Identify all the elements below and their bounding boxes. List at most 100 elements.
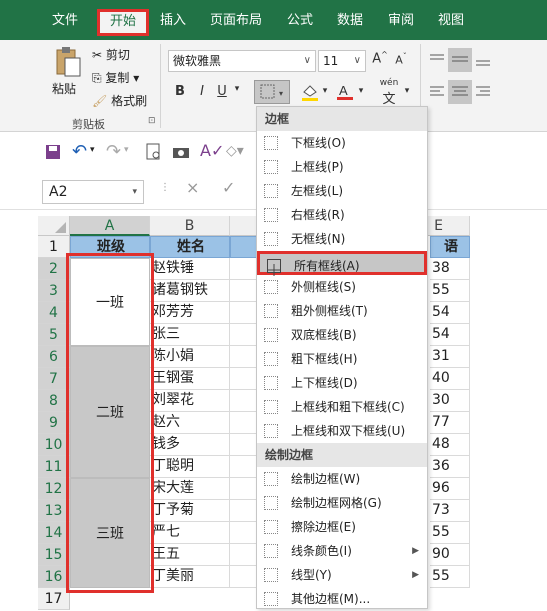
copy-button[interactable]: ⎘ 复制 ▾ — [92, 69, 139, 86]
menu-item[interactable]: 右框线(R) — [257, 203, 427, 227]
name-cell[interactable]: 刘翠花 — [150, 390, 230, 412]
menu-item[interactable]: 上框线和粗下框线(C) — [257, 395, 427, 419]
fill-color-icon[interactable] — [300, 82, 320, 102]
menu-item[interactable]: 上框线和双下框线(U) — [257, 419, 427, 443]
select-all-corner[interactable] — [38, 216, 70, 236]
menu-item[interactable]: 双底框线(B) — [257, 323, 427, 347]
bold-button[interactable]: B — [174, 84, 186, 99]
name-cell[interactable]: 王五 — [150, 544, 230, 566]
score-cell[interactable]: 40 — [430, 368, 470, 390]
align-bottom-icon[interactable] — [474, 52, 492, 68]
name-cell[interactable]: 赵六 — [150, 412, 230, 434]
italic-button[interactable]: I — [196, 84, 208, 99]
format-painter-button[interactable]: 🖌 格式刷 — [92, 92, 147, 109]
align-right-icon[interactable] — [474, 84, 492, 100]
score-cell[interactable]: 55 — [430, 522, 470, 544]
save-icon[interactable] — [44, 143, 62, 161]
score-cell[interactable]: 90 — [430, 544, 470, 566]
score-cell[interactable]: 96 — [430, 478, 470, 500]
score-cell[interactable]: 48 — [430, 434, 470, 456]
name-cell[interactable]: 赵铁锤 — [150, 258, 230, 280]
tab-data[interactable]: 数据 — [328, 8, 372, 34]
score-cell[interactable]: 31 — [430, 346, 470, 368]
menu-item[interactable]: 粗外侧框线(T) — [257, 299, 427, 323]
align-center-icon[interactable] — [448, 80, 472, 104]
chevron-down-icon[interactable]: ▾ — [90, 145, 95, 155]
shrink-font-button[interactable]: Aˇ — [393, 52, 409, 67]
menu-item[interactable]: 擦除边框(E) — [257, 515, 427, 539]
align-middle-icon[interactable] — [448, 48, 472, 72]
score-cell[interactable]: 73 — [430, 500, 470, 522]
score-cell[interactable]: 77 — [430, 412, 470, 434]
chevron-down-icon[interactable]: ▾ — [232, 84, 242, 94]
font-color-icon[interactable]: A — [336, 82, 354, 102]
paste-label[interactable]: 粘贴 — [52, 80, 76, 97]
font-size-select[interactable]: 11 ∨ — [318, 50, 366, 72]
cut-button[interactable]: ✂ 剪切 — [92, 46, 130, 63]
name-cell[interactable]: 陈小娟 — [150, 346, 230, 368]
align-left-icon[interactable] — [428, 84, 446, 100]
name-box[interactable]: A2 ▾ — [42, 180, 144, 204]
tab-view[interactable]: 视图 — [428, 8, 474, 34]
menu-item[interactable]: 线条颜色(I) ▶ — [257, 539, 427, 563]
score-cell[interactable]: 38 — [430, 258, 470, 280]
name-cell[interactable]: 张三 — [150, 324, 230, 346]
score-cell[interactable]: 54 — [430, 302, 470, 324]
enter-icon[interactable]: ✓ — [222, 178, 235, 197]
menu-item[interactable]: 无框线(N) — [257, 227, 427, 251]
paste-icon[interactable] — [52, 46, 82, 78]
chevron-down-icon[interactable]: ▾ — [320, 86, 330, 96]
score-cell[interactable]: 30 — [430, 390, 470, 412]
name-cell[interactable]: 丁美丽 — [150, 566, 230, 588]
tab-review[interactable]: 审阅 — [378, 8, 424, 34]
phonetic-guide-button[interactable]: wén 文 — [378, 78, 400, 107]
underline-button[interactable]: U — [216, 84, 228, 99]
redo-icon[interactable]: ↷ — [106, 141, 121, 162]
name-cell[interactable]: 钱多 — [150, 434, 230, 456]
column-header-a[interactable]: A — [70, 216, 150, 236]
name-cell[interactable]: 邓芳芳 — [150, 302, 230, 324]
cancel-icon[interactable]: × — [186, 178, 199, 197]
menu-item[interactable]: 上框线(P) — [257, 155, 427, 179]
shape-icon[interactable]: ◇▾ — [226, 143, 244, 159]
borders-button[interactable]: ▾ — [254, 80, 290, 104]
menu-item[interactable]: 上下框线(D) — [257, 371, 427, 395]
font-name-select[interactable]: 微软雅黑 ∨ — [168, 50, 316, 72]
name-cell[interactable]: 严七 — [150, 522, 230, 544]
print-preview-icon[interactable] — [146, 143, 162, 161]
name-cell[interactable]: 丁聪明 — [150, 456, 230, 478]
chevron-down-icon[interactable]: ▾ — [124, 145, 129, 155]
name-cell[interactable]: 诸葛钢铁 — [150, 280, 230, 302]
menu-item[interactable]: 绘制边框(W) — [257, 467, 427, 491]
tab-formulas[interactable]: 公式 — [278, 8, 322, 34]
tab-file[interactable]: 文件 — [40, 8, 90, 34]
undo-icon[interactable]: ↶ — [72, 141, 87, 162]
camera-icon[interactable] — [172, 145, 190, 159]
align-top-icon[interactable] — [428, 52, 446, 68]
menu-item[interactable]: 左框线(L) — [257, 179, 427, 203]
menu-item[interactable]: 绘制边框网格(G) — [257, 491, 427, 515]
score-cell[interactable]: 36 — [430, 456, 470, 478]
dialog-launcher-icon[interactable]: ⊡ — [148, 116, 156, 126]
header-cell-chinese[interactable]: 语 — [430, 236, 470, 258]
chevron-down-icon[interactable]: ▾ — [402, 86, 412, 96]
name-cell[interactable]: 宋大莲 — [150, 478, 230, 500]
name-cell[interactable]: 王钢蛋 — [150, 368, 230, 390]
tab-home[interactable]: 开始 — [97, 9, 149, 36]
menu-item[interactable]: 线型(Y) ▶ — [257, 563, 427, 587]
name-cell[interactable]: 丁予菊 — [150, 500, 230, 522]
grow-font-button[interactable]: A^ — [372, 50, 388, 66]
tab-page-layout[interactable]: 页面布局 — [200, 8, 272, 34]
tab-insert[interactable]: 插入 — [150, 8, 196, 34]
score-cell[interactable]: 54 — [430, 324, 470, 346]
menu-item[interactable]: 外侧框线(S) — [257, 275, 427, 299]
menu-item[interactable]: 所有框线(A) — [257, 251, 427, 276]
menu-item[interactable]: 其他边框(M)... — [257, 587, 427, 611]
score-cell[interactable]: 55 — [430, 566, 470, 588]
header-cell-name[interactable]: 姓名 — [150, 236, 230, 258]
score-cell[interactable]: 55 — [430, 280, 470, 302]
column-header-b[interactable]: B — [150, 216, 230, 236]
chevron-down-icon[interactable]: ▾ — [356, 86, 366, 96]
spelling-icon[interactable]: A✓ — [200, 141, 224, 160]
menu-item[interactable]: 粗下框线(H) — [257, 347, 427, 371]
